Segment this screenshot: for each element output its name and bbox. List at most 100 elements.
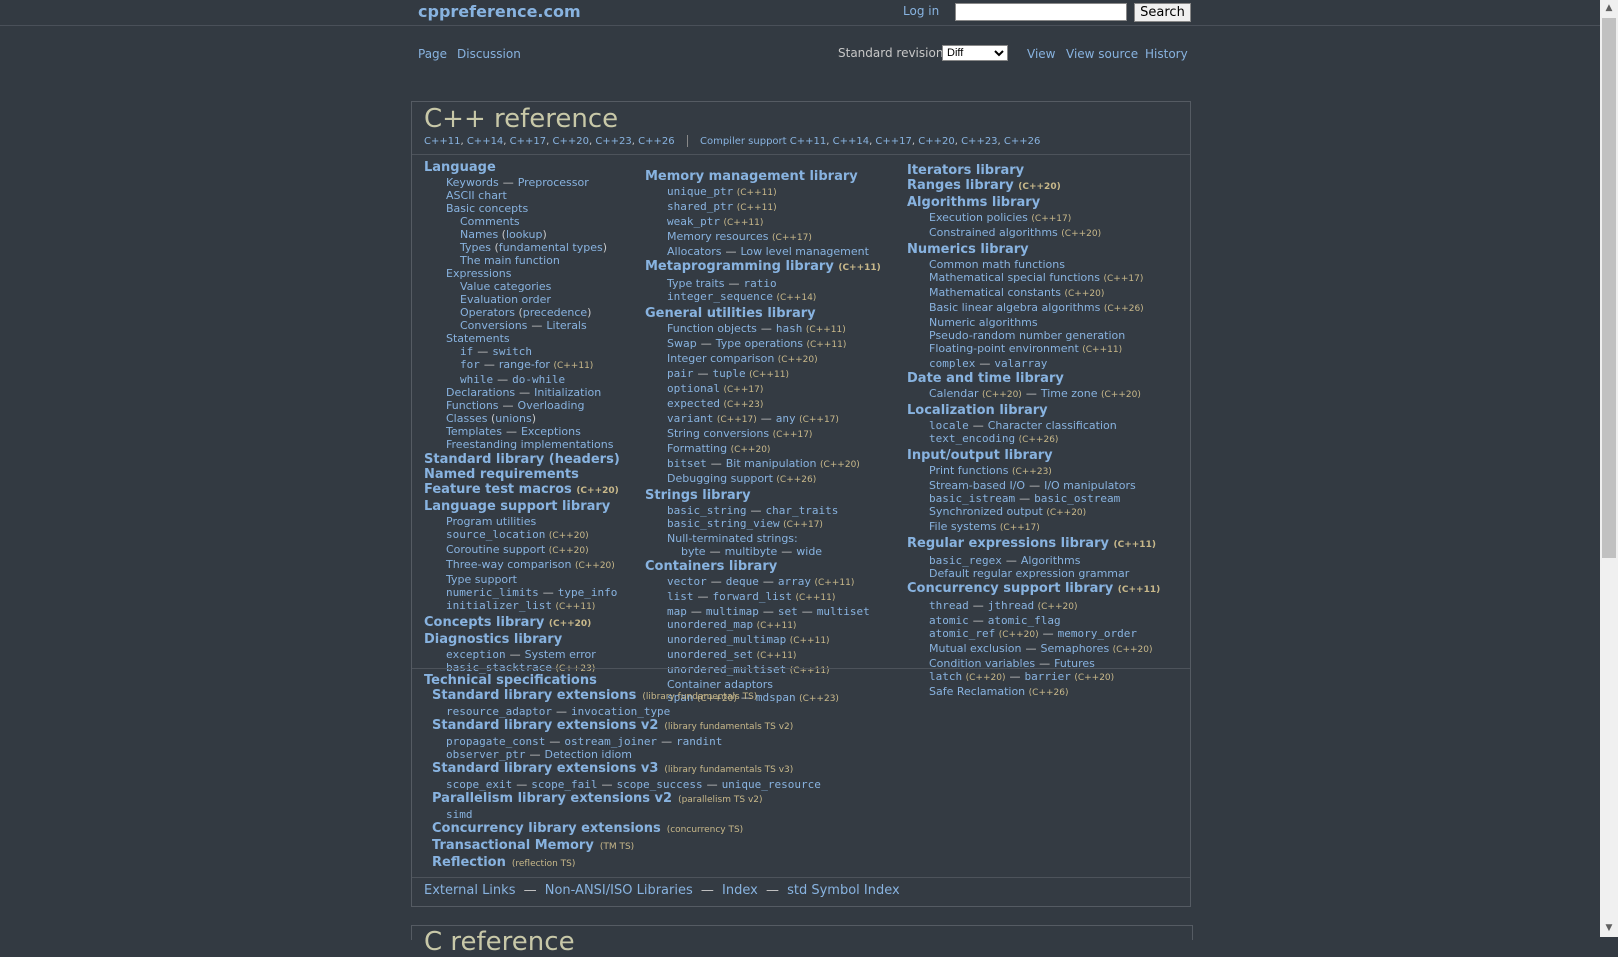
scope-fail-link[interactable]: scope_fail [531, 778, 597, 791]
numeric-limits-link[interactable]: numeric_limits [446, 586, 539, 599]
any-link[interactable]: any [776, 412, 796, 425]
std-symbol-index-link[interactable]: std Symbol Index [787, 883, 900, 898]
integer-comparison-link[interactable]: Integer comparison [667, 352, 774, 365]
compiler-support-link[interactable]: C++11 [790, 136, 826, 147]
transactional-memory-link[interactable]: Transactional Memory [432, 838, 594, 853]
system-error-link[interactable]: System error [525, 648, 596, 661]
type-traits-link[interactable]: Type traits [667, 277, 724, 290]
common-math-link[interactable]: Common math functions [929, 258, 1065, 271]
unions-link[interactable]: unions [495, 412, 531, 425]
text-encoding-link[interactable]: text_encoding [929, 432, 1015, 445]
map-link[interactable]: map [667, 605, 687, 618]
initializer-list-link[interactable]: initializer_list [446, 599, 552, 612]
revision-link[interactable]: C++20 [552, 136, 588, 147]
tab-view-source[interactable]: View source [1066, 47, 1138, 61]
calendar-link[interactable]: Calendar [929, 387, 978, 400]
site-title-link[interactable]: cppreference.com [418, 2, 581, 21]
scope-exit-link[interactable]: scope_exit [446, 778, 512, 791]
while-link[interactable]: while [460, 373, 493, 386]
memory-order-link[interactable]: memory_order [1058, 627, 1137, 640]
revision-link[interactable]: C++17 [510, 136, 546, 147]
scroll-down-icon[interactable]: ▼ [1600, 920, 1618, 937]
names-link[interactable]: Names [460, 228, 498, 241]
exceptions-link[interactable]: Exceptions [521, 425, 581, 438]
scope-success-link[interactable]: scope_success [616, 778, 702, 791]
comments-link[interactable]: Comments [460, 215, 520, 228]
compiler-support-link[interactable]: C++26 [1004, 136, 1040, 147]
allocators-link[interactable]: Allocators [667, 245, 721, 258]
standard-revision-select[interactable]: Diff [942, 45, 1008, 61]
vector-link[interactable]: vector [667, 575, 707, 588]
function-objects-link[interactable]: Function objects [667, 322, 757, 335]
concurrency-extensions-link[interactable]: Concurrency library extensions [432, 821, 661, 836]
constrained-algorithms-link[interactable]: Constrained algorithms [929, 226, 1058, 239]
numerics-library-link[interactable]: Numerics library [907, 242, 1029, 257]
set-link[interactable]: set [778, 605, 798, 618]
ascii-chart-link[interactable]: ASCII chart [446, 189, 507, 202]
program-utilities-link[interactable]: Program utilities [446, 515, 536, 528]
concurrency-library-link[interactable]: Concurrency support library [907, 581, 1113, 596]
classes-link[interactable]: Classes [446, 412, 487, 425]
technical-specifications-link[interactable]: Technical specifications [424, 673, 597, 688]
regex-algorithms-link[interactable]: Algorithms [1021, 554, 1081, 567]
atomic-ref-link[interactable]: atomic_ref [929, 627, 995, 640]
compiler-support-link[interactable]: C++20 [918, 136, 954, 147]
lookup-link[interactable]: lookup [506, 228, 543, 241]
expressions-link[interactable]: Expressions [446, 267, 511, 280]
evaluation-order-link[interactable]: Evaluation order [460, 293, 551, 306]
memory-resources-link[interactable]: Memory resources [667, 230, 769, 243]
feature-test-macros-link[interactable]: Feature test macros [424, 482, 572, 497]
type-info-link[interactable]: type_info [558, 586, 618, 599]
valarray-link[interactable]: valarray [994, 357, 1047, 370]
do-while-link[interactable]: do-while [512, 373, 565, 386]
variant-link[interactable]: variant [667, 412, 713, 425]
conversions-link[interactable]: Conversions [460, 319, 527, 332]
revision-link[interactable]: C++14 [467, 136, 503, 147]
special-functions-link[interactable]: Mathematical special functions [929, 271, 1100, 284]
exception-link[interactable]: exception [446, 648, 506, 661]
operators-link[interactable]: Operators [460, 306, 515, 319]
basic-istream-link[interactable]: basic_istream [929, 492, 1015, 505]
unique-ptr-link[interactable]: unique_ptr [667, 185, 733, 198]
integer-sequence-link[interactable]: integer_sequence [667, 290, 773, 303]
thread-link[interactable]: thread [929, 599, 969, 612]
reflection-link[interactable]: Reflection [432, 855, 506, 870]
complex-link[interactable]: complex [929, 357, 975, 370]
templates-link[interactable]: Templates [446, 425, 502, 438]
three-way-comparison-link[interactable]: Three-way comparison [446, 558, 571, 571]
compiler-support-link[interactable]: C++17 [875, 136, 911, 147]
bitset-link[interactable]: bitset [667, 457, 707, 470]
basic-regex-link[interactable]: basic_regex [929, 554, 1002, 567]
compiler-support-link[interactable]: C++23 [961, 136, 997, 147]
range-for-link[interactable]: range-for [499, 358, 550, 371]
deque-link[interactable]: deque [726, 575, 759, 588]
weak-ptr-link[interactable]: weak_ptr [667, 215, 720, 228]
non-ansi-libraries-link[interactable]: Non-ANSI/ISO Libraries [545, 883, 693, 898]
metaprogramming-link[interactable]: Metaprogramming library [645, 259, 834, 274]
external-links-link[interactable]: External Links [424, 883, 515, 898]
unordered-multimap-link[interactable]: unordered_multimap [667, 633, 786, 646]
containers-library-link[interactable]: Containers library [645, 559, 777, 574]
pair-link[interactable]: pair [667, 367, 694, 380]
search-input[interactable] [955, 3, 1127, 21]
revision-link[interactable]: C++23 [595, 136, 631, 147]
io-manipulators-link[interactable]: I/O manipulators [1044, 479, 1136, 492]
expected-link[interactable]: expected [667, 397, 720, 410]
numeric-algorithms-link[interactable]: Numeric algorithms [929, 316, 1038, 329]
array-link[interactable]: array [778, 575, 811, 588]
types-link[interactable]: Types [460, 241, 491, 254]
synchronized-output-link[interactable]: Synchronized output [929, 505, 1043, 518]
memory-library-link[interactable]: Memory management library [645, 169, 858, 184]
initialization-link[interactable]: Initialization [534, 386, 601, 399]
atomic-link[interactable]: atomic [929, 614, 969, 627]
main-function-link[interactable]: The main function [460, 254, 560, 267]
revision-link[interactable]: C++26 [638, 136, 674, 147]
char-traits-link[interactable]: char_traits [765, 504, 838, 517]
basic-concepts-link[interactable]: Basic concepts [446, 202, 528, 215]
compiler-support-link[interactable]: Compiler support [700, 136, 787, 147]
semaphores-link[interactable]: Semaphores [1041, 642, 1110, 655]
algorithms-library-link[interactable]: Algorithms library [907, 195, 1040, 210]
functions-link[interactable]: Functions [446, 399, 499, 412]
standard-library-link[interactable]: Standard library [424, 452, 544, 467]
detection-idiom-link[interactable]: Detection idiom [544, 748, 631, 761]
